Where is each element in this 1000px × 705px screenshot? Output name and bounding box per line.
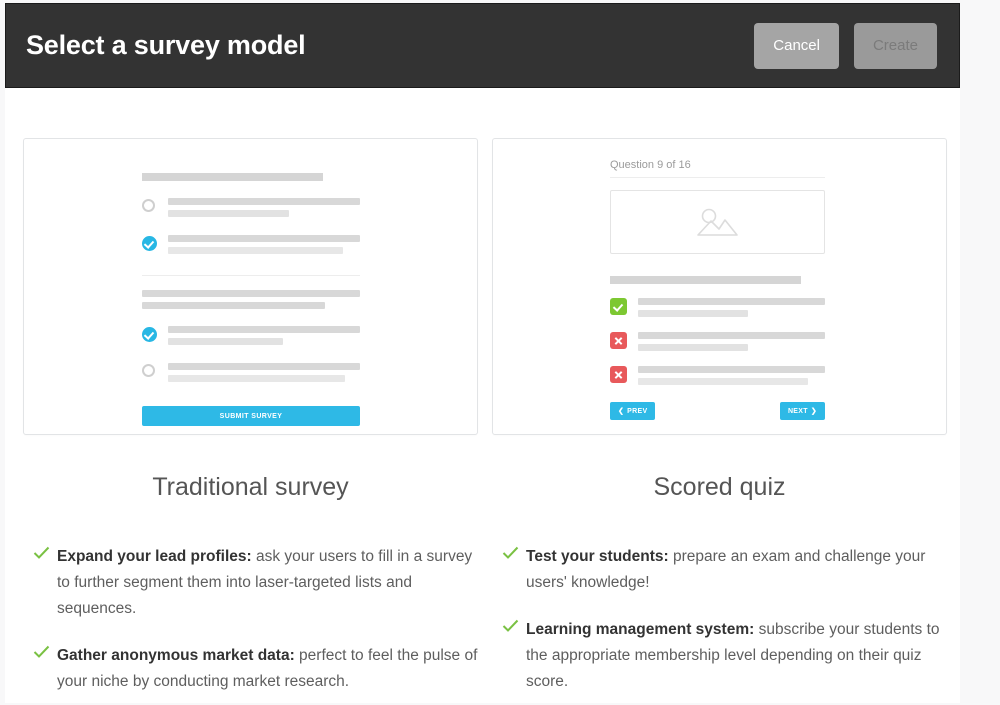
survey-option-row[interactable] — [142, 235, 360, 259]
wrong-answer-icon[interactable] — [610, 332, 627, 349]
feature-lead: Expand your lead profiles: — [57, 548, 252, 565]
correct-answer-icon[interactable] — [610, 298, 627, 315]
skeleton-question-title — [610, 276, 802, 284]
prev-button[interactable]: ❮ PREV — [610, 402, 656, 420]
create-button[interactable]: Create — [853, 22, 937, 69]
skeleton-option-text — [168, 235, 360, 259]
submit-survey-button[interactable]: SUBMIT SURVEY — [142, 406, 360, 426]
survey-preview-card[interactable]: SUBMIT SURVEY — [23, 138, 478, 435]
image-icon — [696, 208, 738, 236]
feature-text: Expand your lead profiles: ask your user… — [57, 544, 478, 622]
skeleton-option-text — [168, 198, 360, 222]
chevron-left-icon: ❮ — [618, 408, 625, 415]
feature-text: Test your students: prepare an exam and … — [526, 544, 947, 596]
skeleton-answer-text — [638, 332, 825, 356]
column-traditional-survey: SUBMIT SURVEY Traditional survey Expand … — [23, 138, 478, 703]
check-icon — [33, 544, 57, 565]
feature-item: Learning management system: subscribe yo… — [492, 617, 947, 695]
skeleton-answer-text — [638, 366, 825, 390]
header-actions: Cancel Create — [754, 22, 937, 69]
cancel-button[interactable]: Cancel — [754, 22, 839, 69]
radio-unchecked-icon[interactable] — [142, 364, 157, 379]
feature-text: Learning management system: subscribe yo… — [526, 617, 947, 695]
radio-unchecked-icon[interactable] — [142, 199, 157, 214]
feature-lead: Learning management system: — [526, 620, 755, 638]
next-button[interactable]: NEXT ❯ — [779, 402, 825, 420]
skeleton-option-text — [168, 363, 360, 387]
check-icon — [33, 643, 57, 664]
skeleton-question-title — [142, 290, 360, 297]
feature-item: Test your students: prepare an exam and … — [492, 544, 947, 596]
column-title-traditional-survey: Traditional survey — [152, 473, 349, 501]
feature-text: Gather anonymous market data: perfect to… — [57, 643, 478, 695]
wrong-answer-icon[interactable] — [610, 366, 627, 383]
feature-lead: Test your students: — [526, 548, 669, 565]
survey-model-modal: Select a survey model Cancel Create SUBM… — [5, 3, 960, 703]
column-title-scored-quiz: Scored quiz — [653, 473, 786, 501]
survey-option-row[interactable] — [142, 198, 360, 222]
quiz-preview-content: Question 9 of 16 ❮ PREV NEXT ❯ — [610, 159, 825, 420]
quiz-nav-row: ❮ PREV NEXT ❯ — [610, 402, 825, 420]
image-placeholder — [610, 190, 825, 254]
survey-preview-content: SUBMIT SURVEY — [142, 173, 360, 426]
radio-checked-icon[interactable] — [142, 236, 157, 251]
feature-item: Expand your lead profiles: ask your user… — [23, 544, 478, 622]
skeleton-option-text — [168, 326, 360, 350]
radio-checked-icon[interactable] — [142, 327, 157, 342]
page-title: Select a survey model — [26, 30, 306, 60]
check-icon — [502, 617, 526, 638]
quiz-answer-row[interactable] — [610, 332, 825, 356]
column-scored-quiz: Question 9 of 16 ❮ PREV NEXT ❯ Scored qu… — [492, 138, 947, 703]
survey-option-row[interactable] — [142, 326, 360, 350]
feature-lead: Gather anonymous market data: — [57, 646, 295, 664]
chevron-right-icon: ❯ — [810, 408, 817, 415]
preview-divider — [142, 275, 360, 276]
skeleton-answer-text — [638, 298, 825, 322]
question-counter: Question 9 of 16 — [610, 159, 691, 171]
screen: Select a survey model Cancel Create SUBM… — [0, 0, 1000, 705]
check-icon — [502, 544, 526, 565]
feature-item: Gather anonymous market data: perfect to… — [23, 643, 478, 695]
next-label: NEXT — [787, 407, 808, 415]
quiz-preview-card[interactable]: Question 9 of 16 ❮ PREV NEXT ❯ — [492, 138, 947, 435]
modal-header: Select a survey model Cancel Create — [5, 3, 960, 88]
survey-option-row[interactable] — [142, 363, 360, 387]
quiz-answer-row[interactable] — [610, 366, 825, 390]
skeleton-question-title — [142, 173, 323, 181]
prev-label: PREV — [627, 407, 648, 415]
modal-body: SUBMIT SURVEY Traditional survey Expand … — [5, 88, 960, 703]
quiz-answer-row[interactable] — [610, 298, 825, 322]
preview-divider — [610, 177, 825, 178]
skeleton-question-subtitle — [142, 302, 326, 309]
